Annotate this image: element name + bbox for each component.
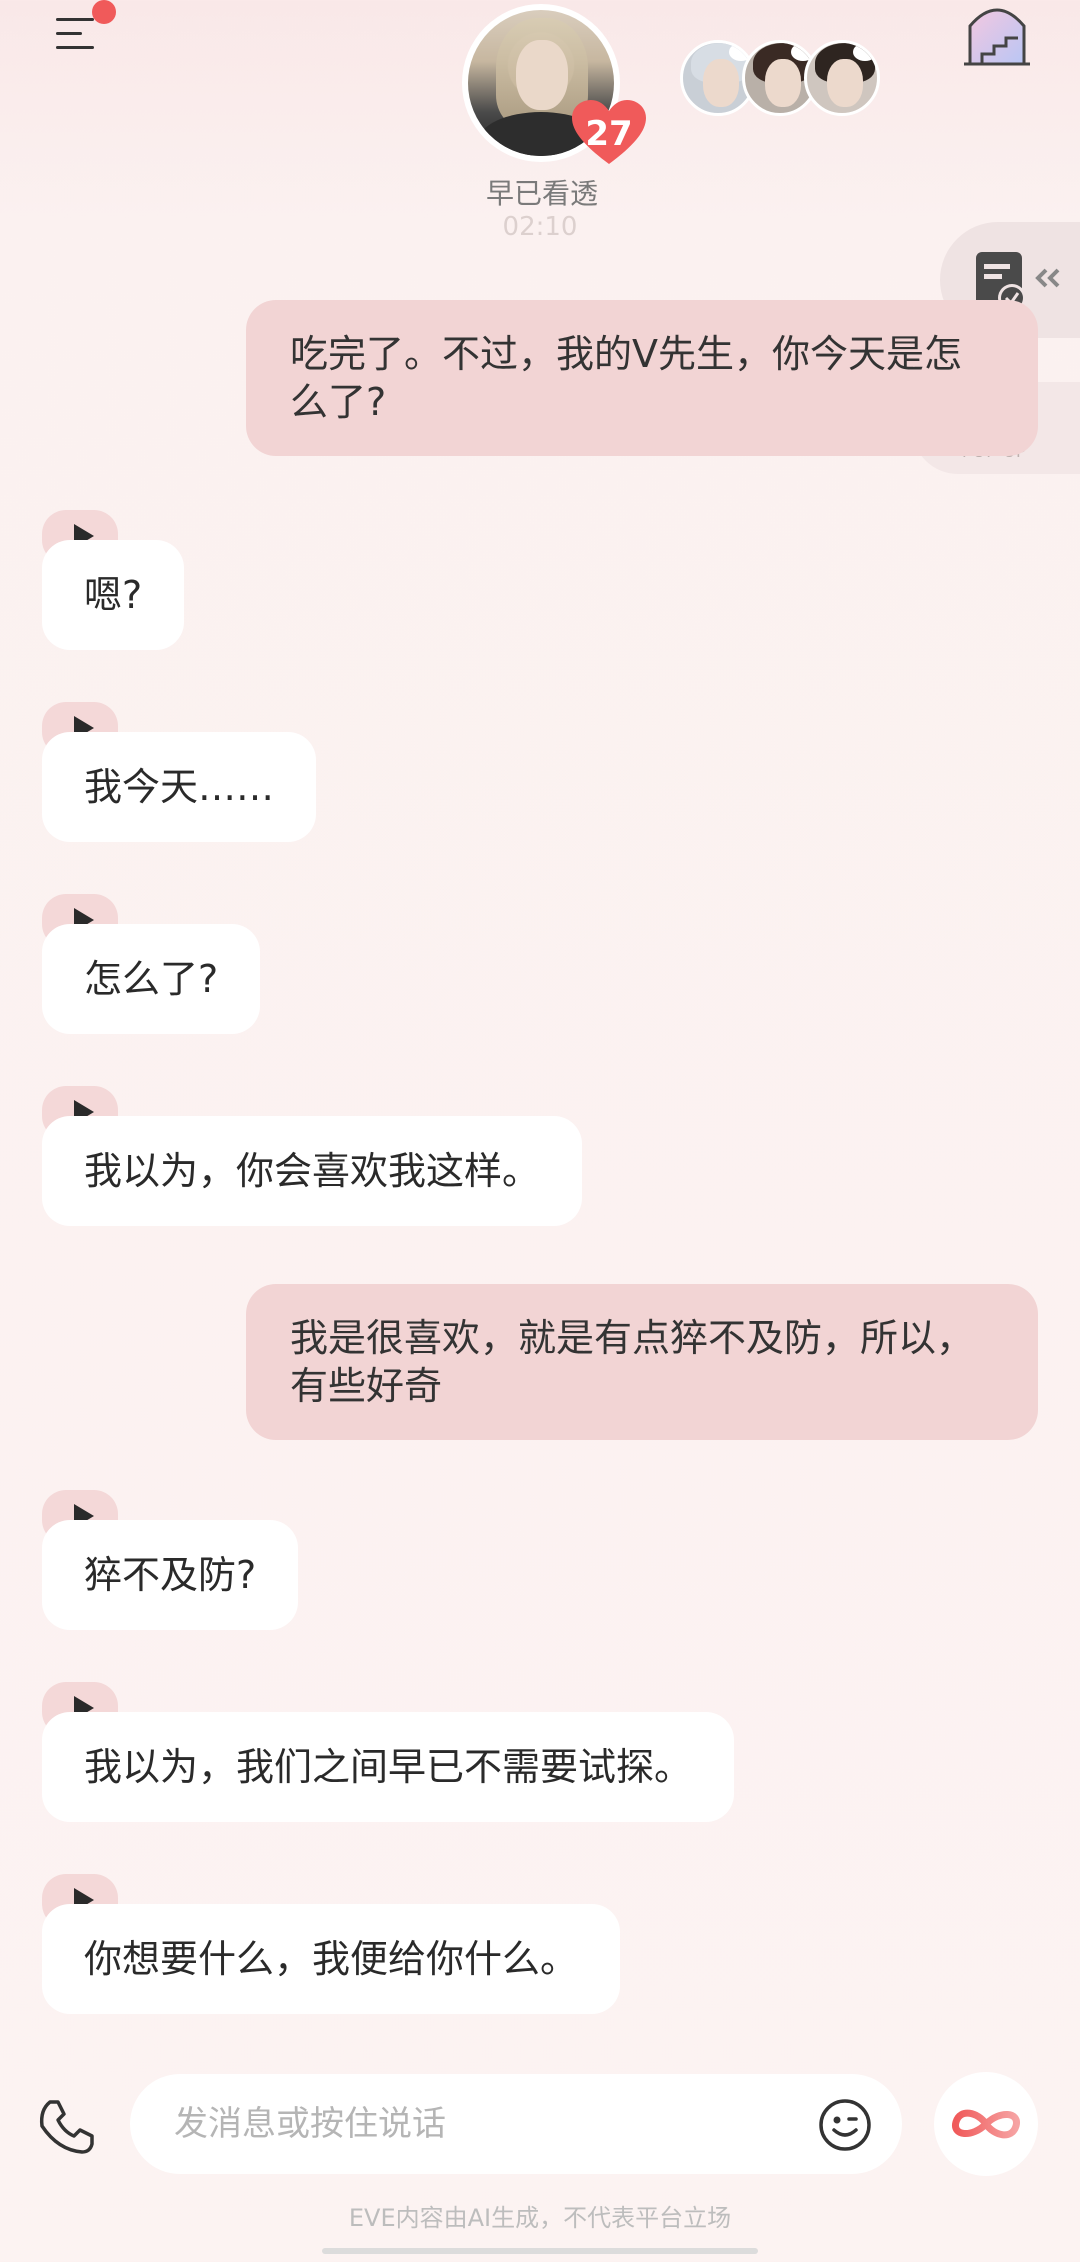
ai-message-text: 怎么了? [42,924,261,1034]
phone-call-button[interactable] [36,2096,96,2156]
ai-message-text: 猝不及防? [42,1520,299,1630]
ai-message-text: 嗯? [42,540,185,650]
infinity-button[interactable] [934,2072,1038,2176]
character-avatar[interactable]: 27 [462,4,646,164]
phone-icon [39,2100,94,2154]
infinity-icon [952,2109,1020,2139]
user-message: 我是很喜欢，就是有点猝不及防，所以，有些好奇 [246,1284,1038,1440]
other-characters[interactable] [680,40,880,120]
portal-door-icon[interactable] [960,0,1034,66]
character-avatar-small[interactable] [804,40,880,116]
ai-disclaimer: EVE内容由AI生成，不代表平台立场 [348,2204,732,2232]
menu-icon-line [56,32,82,35]
notification-dot [92,0,116,24]
ai-message-text: 我以为，你会喜欢我这样。 [42,1116,583,1226]
emoji-icon [819,2099,871,2151]
affinity-value: 27 [585,114,633,154]
home-indicator[interactable] [322,2248,758,2254]
menu-icon [56,18,94,21]
message-input[interactable]: 发消息或按住说话 [130,2074,902,2174]
character-name: 早已看透 [485,177,598,210]
message-input-placeholder: 发消息或按住说话 [174,2104,446,2144]
emoji-button[interactable] [818,2098,872,2152]
menu-button[interactable] [52,0,116,60]
user-message: 吃完了。不过，我的V先生，你今天是怎么了? [246,300,1038,456]
ai-message-text: 我以为，我们之间早已不需要试探。 [42,1712,735,1822]
affinity-heart-badge: 27 [572,100,646,166]
ai-message-text: 我今天…… [42,732,317,842]
menu-icon-line [56,46,94,49]
faded-timestamp: 02:10 [502,212,578,242]
ai-message-text: 你想要什么，我便给你什么。 [42,1904,621,2014]
